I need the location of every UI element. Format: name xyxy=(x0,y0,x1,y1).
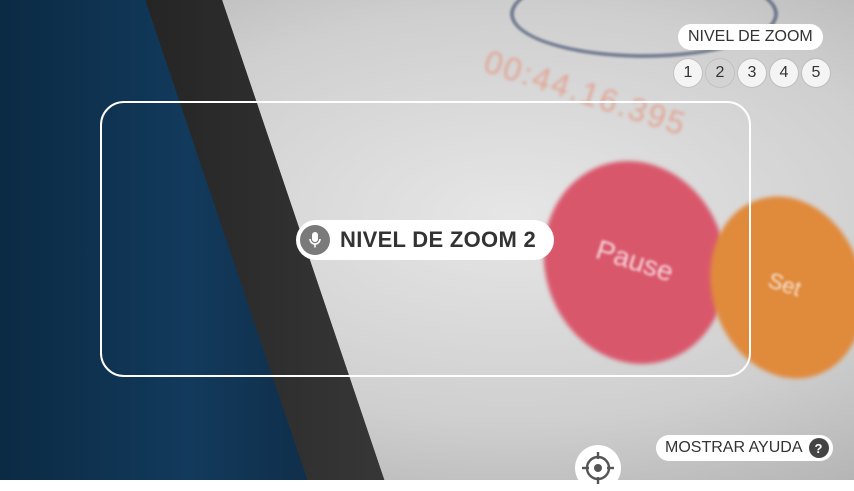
zoom-level-label: NIVEL DE ZOOM 2 xyxy=(340,227,537,252)
zoom-level-1-button[interactable]: 1 xyxy=(674,59,702,87)
zoom-level-indicator: NIVEL DE ZOOM 2 xyxy=(296,220,555,260)
zoom-selector-title: NIVEL DE ZOOM xyxy=(678,24,823,50)
show-help-button[interactable]: MOSTRAR AYUDA ? xyxy=(656,435,833,461)
help-icon: ? xyxy=(808,438,829,458)
focus-button[interactable] xyxy=(575,445,621,491)
show-help-label: MOSTRAR AYUDA xyxy=(665,439,803,456)
zoom-level-5-button[interactable]: 5 xyxy=(802,59,830,87)
zoom-level-selector: 1 2 3 4 5 xyxy=(674,59,830,87)
microphone-icon xyxy=(300,225,330,255)
zoom-level-3-button[interactable]: 3 xyxy=(738,59,766,87)
zoom-level-4-button[interactable]: 4 xyxy=(770,59,798,87)
zoom-level-2-button[interactable]: 2 xyxy=(706,59,734,87)
crosshair-icon xyxy=(581,451,615,490)
